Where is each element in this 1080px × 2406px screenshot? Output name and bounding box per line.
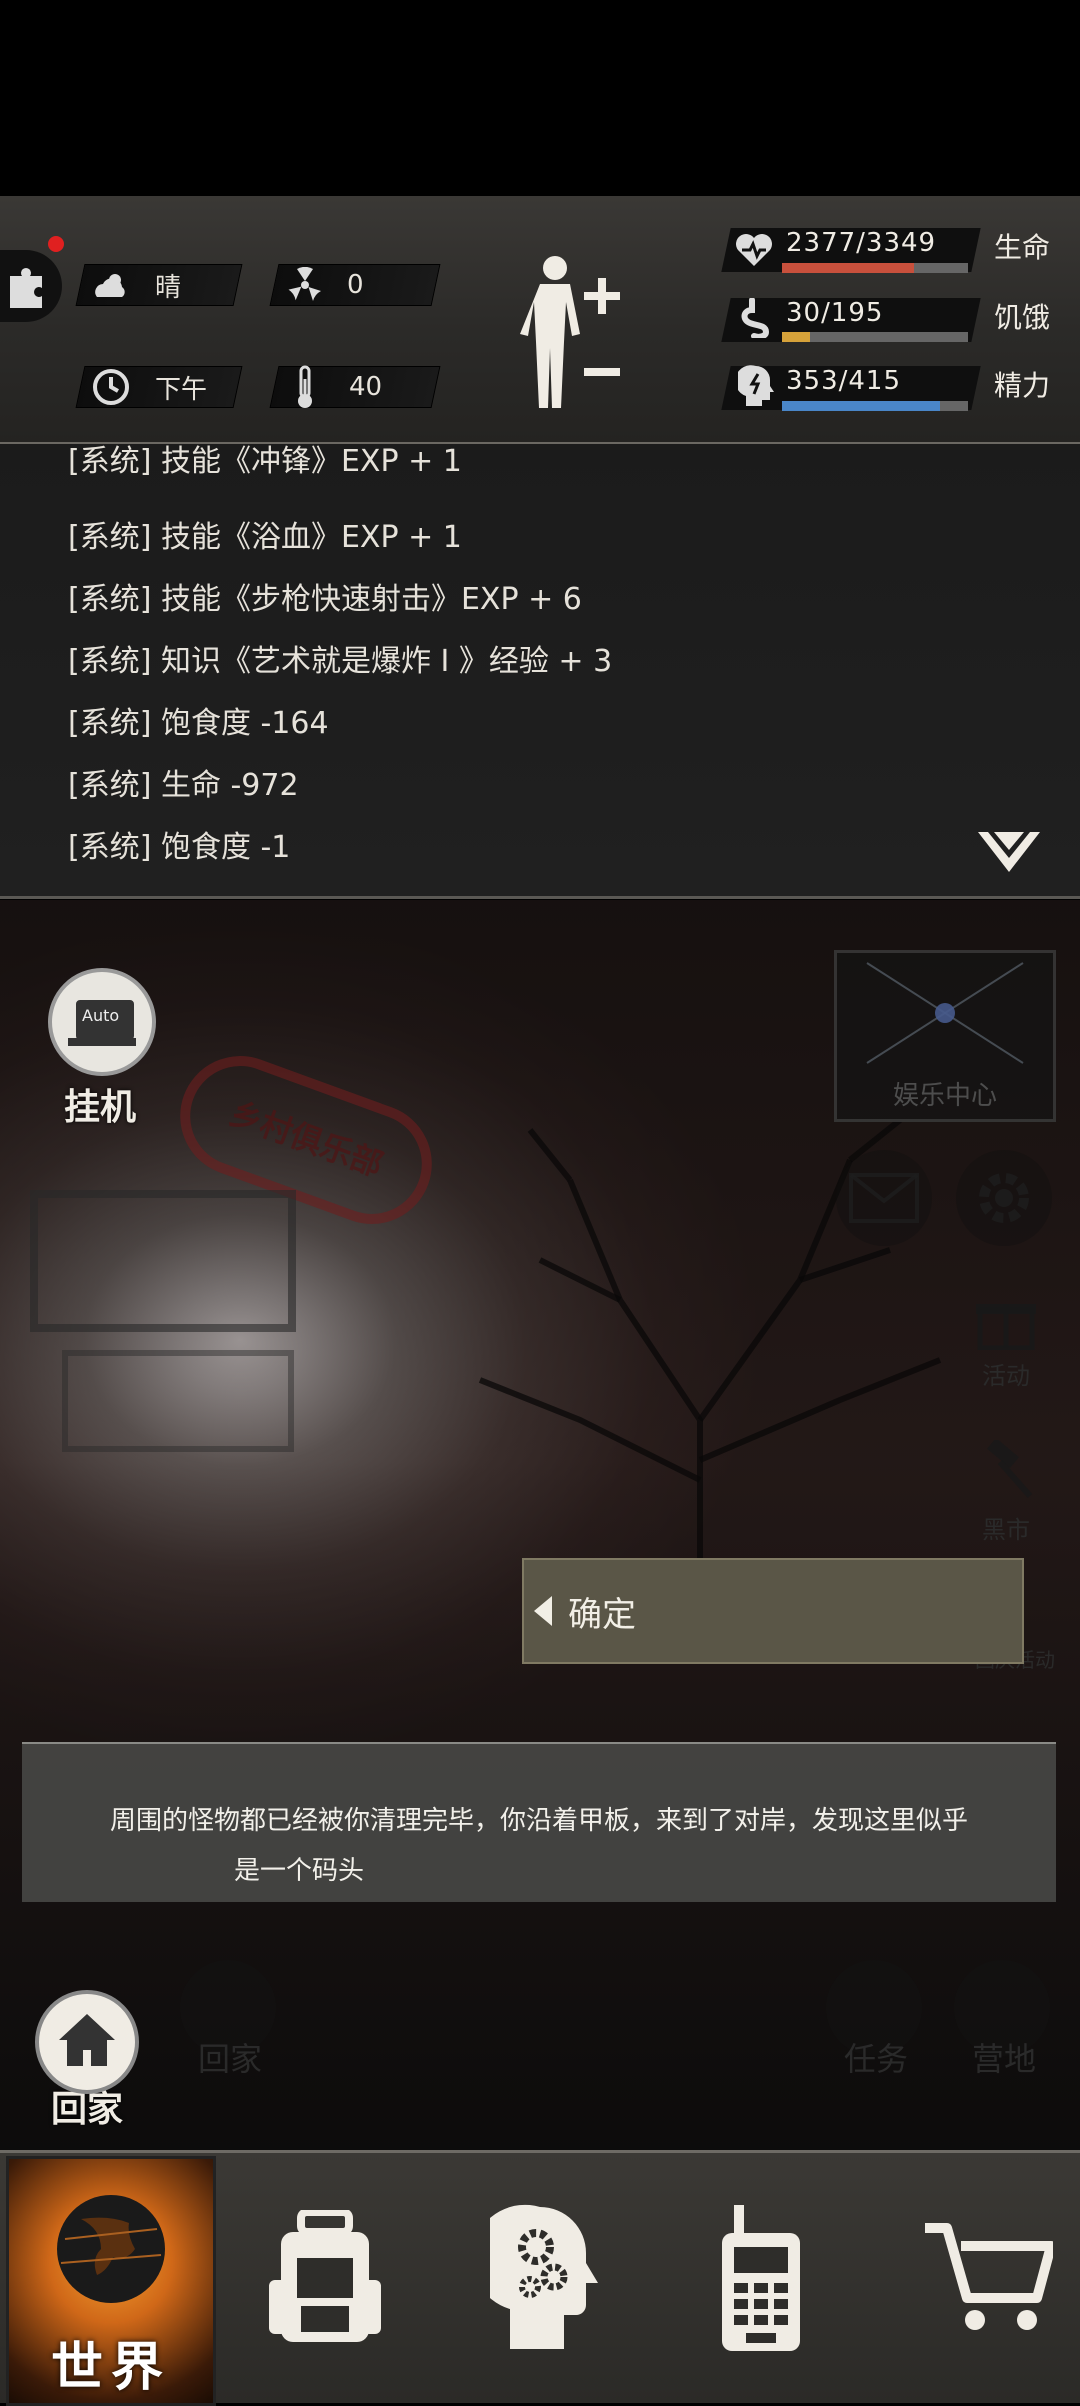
health-progress-fill — [782, 263, 915, 273]
auction-hammer-icon — [987, 1437, 1033, 1498]
time-pill: 下午 — [75, 366, 243, 408]
hunger-value: 30/195 — [786, 298, 884, 328]
billboard — [30, 1190, 296, 1332]
tab-skills[interactable] — [460, 2155, 630, 2400]
game-scene: 乡村俱乐部 Auto 挂机 娱乐中心 活动 黑市 回家 任务 营地 回家 — [0, 900, 1080, 2150]
expand-log-button[interactable] — [974, 828, 1044, 878]
energy-value: 353/415 — [786, 366, 902, 396]
stomach-icon — [738, 297, 774, 340]
idle-label: 挂机 — [64, 1087, 137, 1128]
plus-icon[interactable] — [584, 278, 620, 314]
health-value: 2377/3349 — [786, 228, 937, 258]
double-chevron-down-icon — [978, 832, 1040, 872]
home-button[interactable]: 回家 — [32, 1990, 142, 2130]
message-line: 周围的怪物都已经被你清理完毕，你沿着甲板，来到了对岸，发现这里似乎 — [109, 1806, 968, 1836]
arrow-left-icon — [534, 1596, 552, 1626]
mail-icon — [849, 1173, 919, 1223]
entertainment-label: 娱乐中心 — [892, 1081, 997, 1111]
weather-icon — [89, 265, 133, 305]
message-line: 是一个码头 — [233, 1856, 364, 1886]
confirm-button[interactable]: 确定 — [522, 1558, 1024, 1664]
story-message-box: 周围的怪物都已经被你清理完毕，你沿着甲板，来到了对岸，发现这里似乎 是一个码头 — [22, 1742, 1056, 1902]
globe-icon — [57, 2195, 165, 2303]
hunger-progress-fill — [782, 332, 810, 342]
thermometer-icon — [283, 365, 327, 408]
health-progress — [782, 263, 968, 273]
black-market-label: 黑市 — [982, 1516, 1030, 1544]
health-label: 生命 — [994, 231, 1051, 264]
tab-backpack[interactable] — [240, 2155, 410, 2400]
puzzle-icon — [10, 268, 42, 308]
minus-icon[interactable] — [584, 366, 620, 378]
brain-head-icon — [735, 364, 774, 408]
home-shortcut-faded[interactable]: 回家 — [180, 1960, 280, 2090]
log-line: [系统] 技能《浴血》EXP + 1 — [68, 520, 462, 555]
head-gears-icon — [490, 2204, 598, 2349]
home-label-faded: 回家 — [197, 2040, 262, 2078]
network-icon — [866, 962, 1024, 1064]
hunger-label: 饥饿 — [994, 301, 1051, 334]
weather-pill: 晴 — [75, 264, 243, 306]
billboard-lower — [62, 1350, 294, 1452]
gift-icon — [976, 1304, 1036, 1351]
auto-idle-button[interactable]: Auto 挂机 — [48, 968, 158, 1128]
temperature-value: 40 — [349, 372, 383, 402]
camp-button[interactable]: 营地 — [954, 1960, 1054, 2090]
weather-value: 晴 — [155, 272, 182, 303]
log-line: [系统] 生命 -972 — [68, 768, 299, 803]
temperature-pill: 40 — [269, 365, 441, 408]
notification-dot — [48, 236, 64, 252]
tab-world[interactable]: 世界 — [6, 2156, 216, 2406]
radiation-icon — [283, 265, 327, 305]
log-line: [系统] 技能《冲锋》EXP + 1 — [68, 444, 462, 479]
log-line: [系统] 技能《步枪快速射击》EXP + 6 — [68, 582, 582, 617]
confirm-label: 确定 — [568, 1594, 636, 1635]
camp-label: 营地 — [971, 2040, 1036, 2078]
energy-progress-fill — [782, 401, 941, 411]
clock-icon — [89, 367, 133, 407]
log-line: [系统] 知识《艺术就是爆炸 I 》经验 + 3 — [68, 644, 613, 679]
time-of-day: 下午 — [155, 374, 208, 405]
heart-icon — [734, 230, 774, 270]
radiation-pill: 0 — [269, 264, 441, 306]
backpack-icon — [269, 2209, 381, 2342]
log-line: [系统] 饱食度 -1 — [68, 830, 291, 865]
hunger-progress — [782, 332, 968, 342]
message-log[interactable]: [系统] 技能《冲锋》EXP + 1 [系统] 技能《浴血》EXP + 1 [系… — [0, 444, 1080, 899]
settings-button[interactable] — [956, 1150, 1052, 1246]
entertainment-center-button[interactable]: 娱乐中心 — [834, 950, 1056, 1122]
walkie-talkie-icon — [722, 2204, 800, 2351]
gear-icon — [979, 1173, 1029, 1223]
task-label: 任务 — [843, 2040, 908, 2078]
events-label: 活动 — [982, 1362, 1030, 1390]
world-label: 世界 — [50, 2338, 171, 2398]
home-icon — [35, 1990, 139, 2094]
energy-progress — [782, 401, 968, 411]
shopping-cart-icon — [925, 2222, 1053, 2330]
tab-radio[interactable] — [676, 2155, 846, 2400]
energy-label: 精力 — [994, 369, 1051, 402]
auto-icon: Auto — [48, 968, 156, 1076]
task-button[interactable]: 任务 — [826, 1960, 926, 2090]
tab-shop[interactable] — [896, 2155, 1080, 2400]
events-button[interactable]: 活动 — [960, 1290, 1052, 1400]
radiation-value: 0 — [347, 270, 364, 300]
log-line: [系统] 饱食度 -164 — [68, 706, 329, 741]
mail-button[interactable] — [836, 1150, 932, 1246]
black-market-button[interactable]: 黑市 — [960, 1437, 1052, 1550]
human-body-icon — [520, 256, 580, 408]
